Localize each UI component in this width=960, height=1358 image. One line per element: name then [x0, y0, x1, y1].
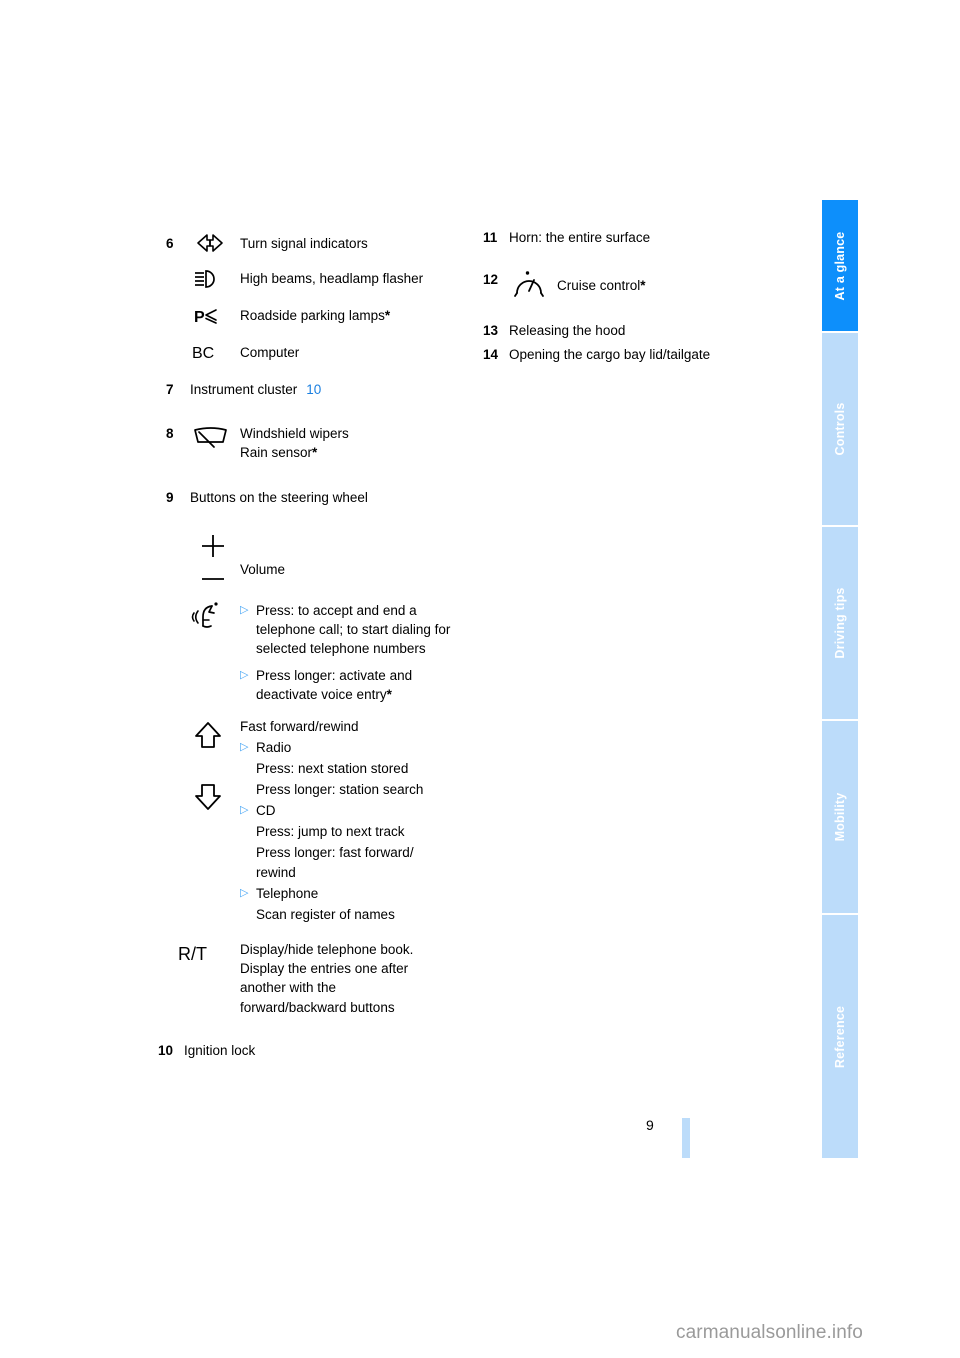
- item-text: Opening the cargo bay lid/tailgate: [509, 347, 711, 363]
- icon-row-label: Volume: [240, 561, 286, 577]
- sidebar-item-reference[interactable]: Reference: [822, 915, 858, 1158]
- watermark-text: carmanualsonline.info: [676, 1322, 863, 1343]
- list-item: ▷ CD: [240, 801, 466, 820]
- svg-text:BC: BC: [192, 345, 214, 362]
- item-number: 9: [166, 490, 174, 506]
- sidebar-item-label: Driving tips: [832, 587, 847, 659]
- volume-icons: [166, 532, 240, 587]
- sidebar-item-mobility[interactable]: Mobility: [822, 721, 858, 915]
- sidebar-item-label: Controls: [832, 402, 847, 456]
- list-item-11: 11 Horn: the entire surface: [483, 228, 803, 248]
- list-item-14: 14 Opening the cargo bay lid/tailgate: [483, 345, 803, 365]
- seek-line: Scan register of names: [256, 906, 395, 922]
- seek-text: Fast forward/rewind ▷ Radio Press: next …: [240, 717, 466, 925]
- list-item-9: 9 Buttons on the steering wheel: [166, 488, 466, 508]
- list-item: ▷ Radio: [240, 738, 466, 757]
- page-reference-link[interactable]: 10: [306, 382, 321, 397]
- steering-seek-block: Fast forward/rewind ▷ Radio Press: next …: [166, 717, 466, 925]
- icon-row-label: Cruise control*: [557, 277, 646, 293]
- steering-telephone-block: ▷ Press: to accept and end a telephone c…: [166, 601, 466, 705]
- list-item: ▷ Telephone: [240, 884, 466, 903]
- arrow-up-icon: [195, 721, 221, 748]
- icon-row-turn-signal: Turn signal indicators: [166, 232, 466, 253]
- arrow-down-icon: [195, 783, 221, 810]
- icon-row-rt: R/T Display/hide telephone book. Display…: [166, 938, 466, 1017]
- icon-row-label: Roadside parking lamps*: [240, 308, 391, 324]
- icon-row-label: Computer: [240, 345, 300, 361]
- sidebar-item-at-a-glance[interactable]: At a glance: [822, 200, 858, 333]
- icon-row-label: Windshield wipers Rain sensor*: [240, 425, 349, 461]
- icon-row-label: Turn signal indicators: [240, 236, 368, 251]
- item-number: 14: [483, 347, 499, 363]
- right-content-column: 11 Horn: the entire surface 12 Cruise co…: [483, 228, 803, 365]
- bc-computer-icon: BC: [166, 341, 240, 362]
- item-number: 11: [483, 230, 498, 245]
- seek-line: Press: next station stored: [256, 760, 409, 776]
- page-marker-bar: [682, 1118, 690, 1158]
- icon-row-label: Display/hide telephone book. Display the…: [240, 942, 414, 1015]
- item-text: Releasing the hood: [509, 322, 626, 338]
- left-content-column: 6 Turn signal indicators High beams, hea…: [158, 232, 466, 1061]
- list-item-10: 10 Ignition lock: [158, 1041, 466, 1061]
- manual-page: At a glance Controls Driving tips Mobili…: [0, 0, 960, 1358]
- sidebar-item-controls[interactable]: Controls: [822, 333, 858, 527]
- item-number: 8: [166, 425, 174, 441]
- icon-row-volume: Volume: [166, 532, 466, 587]
- page-number: 9: [646, 1117, 654, 1133]
- bullet-text: Press: to accept and end a telephone cal…: [256, 602, 451, 657]
- list-item-12: 12 Cruise control*: [483, 268, 803, 299]
- list-item-8: 8 Windshield wipers Rain sensor*: [166, 422, 466, 462]
- seek-line: Press longer: station search: [256, 782, 424, 797]
- item-number: 7: [166, 382, 174, 398]
- bullet-text: Radio: [256, 739, 292, 755]
- item-text: Buttons on the steering wheel: [190, 490, 368, 506]
- telephone-bullets: ▷ Press: to accept and end a telephone c…: [240, 601, 466, 705]
- triangle-bullet-icon: ▷: [240, 669, 249, 682]
- list-item: ▷ Press: to accept and end a telephone c…: [240, 601, 466, 658]
- svg-text:P: P: [194, 309, 205, 326]
- item-text: Instrument cluster 10: [190, 382, 322, 398]
- list-item-6: 6 Turn signal indicators High beams, hea…: [166, 232, 466, 362]
- seek-heading: Fast forward/rewind: [240, 718, 359, 734]
- icon-row-wipers: Windshield wipers Rain sensor*: [166, 422, 466, 462]
- sidebar-item-label: Reference: [832, 1005, 847, 1068]
- item-text: Ignition lock: [184, 1042, 256, 1058]
- bullet-text: CD: [256, 803, 276, 819]
- list-item-13: 13 Releasing the hood: [483, 321, 803, 341]
- icon-row-label: High beams, headlamp flasher: [240, 271, 424, 287]
- rt-button-icon: R/T: [166, 938, 240, 966]
- sidebar-item-label: At a glance: [832, 231, 847, 300]
- section-tab-rail: At a glance Controls Driving tips Mobili…: [822, 200, 858, 1158]
- bullet-text: Press longer: activate and deactivate vo…: [256, 668, 413, 703]
- sidebar-item-driving-tips[interactable]: Driving tips: [822, 527, 858, 721]
- item-number: 6: [166, 236, 174, 251]
- icon-row-computer: BC Computer: [166, 341, 466, 362]
- voice-telephone-icon: [190, 601, 246, 633]
- icon-row-high-beams: High beams, headlamp flasher: [166, 267, 466, 290]
- sidebar-item-label: Mobility: [832, 792, 847, 842]
- roadside-parking-lamps-icon: P: [166, 304, 240, 327]
- seek-icons: [190, 721, 246, 813]
- list-item-7: 7 Instrument cluster 10: [166, 380, 466, 400]
- seek-line: Press longer: fast forward/ rewind: [256, 845, 414, 880]
- item-text: Horn: the entire surface: [509, 230, 651, 245]
- bullet-text: Telephone: [256, 885, 319, 901]
- high-beam-icon: [166, 267, 240, 290]
- svg-text:R/T: R/T: [178, 944, 207, 964]
- triangle-bullet-icon: ▷: [240, 886, 249, 899]
- list-item: ▷ Press longer: activate and deactivate …: [240, 666, 466, 704]
- icon-row-cruise-control: Cruise control*: [483, 268, 803, 299]
- seek-line: Press: jump to next track: [256, 824, 405, 840]
- item-number: 13: [483, 322, 499, 338]
- plus-icon: [202, 534, 224, 580]
- icon-row-roadside-parking: P Roadside parking lamps*: [166, 304, 466, 327]
- item-number: 10: [158, 1042, 174, 1058]
- item-number: 12: [483, 271, 499, 287]
